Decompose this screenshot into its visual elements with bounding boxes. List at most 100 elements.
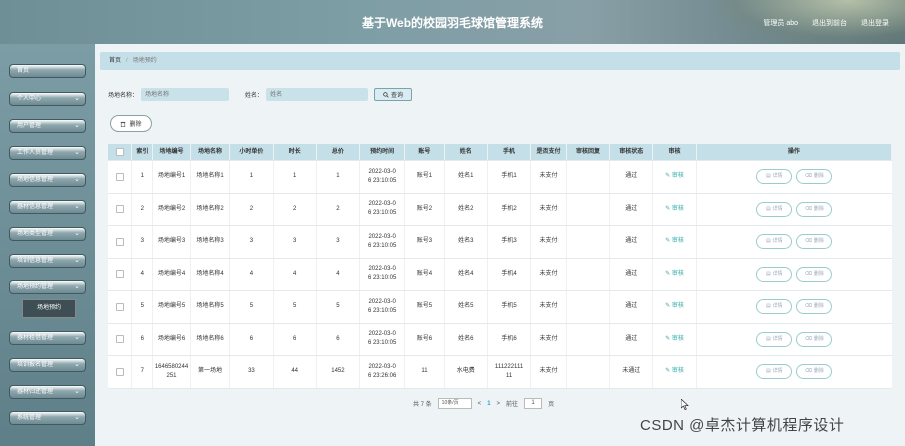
pager-next-button[interactable]: > [497,401,501,407]
trash-icon: ⌫ [804,335,812,342]
delete-button[interactable]: ⌫ 删除 [796,169,833,185]
row-checkbox[interactable] [115,335,124,344]
row-checkbox[interactable] [115,237,124,246]
sidebar-item-label: 用户管理 [17,123,42,129]
sidebar-item[interactable]: 场地信息管理 ⌄ [9,173,86,187]
row-checkbox[interactable] [115,205,124,214]
delete-button[interactable]: ⌫ 删除 [796,299,833,315]
audit-link[interactable]: ✎ 审核 [665,205,684,214]
sidebar-item[interactable]: 工作人员管理 ⌄ [9,146,86,160]
breadcrumb-current: 场地预约 [132,58,157,64]
detail-button[interactable]: ▤ 详情 [756,299,793,315]
column-header: 审核回复 [567,144,611,160]
table-cell [567,291,611,323]
actions-cell: ▤ 详情 ⌫ 删除 [697,356,892,388]
audit-link[interactable]: ✎ 审核 [665,270,684,279]
table-cell: 3 [274,226,317,258]
detail-button[interactable]: ▤ 详情 [756,364,793,380]
detail-button[interactable]: ▤ 详情 [756,201,793,217]
row-checkbox-cell[interactable] [108,356,133,388]
table-cell: 场地名称2 [191,193,231,225]
audit-link[interactable]: ✎ 审核 [665,172,684,181]
sidebar-item[interactable]: 用户管理 ⌄ [9,119,86,133]
sidebar-item[interactable]: 场地预约管理 ⌄ [9,280,86,294]
sidebar-subitem-active[interactable]: 场地预约 [22,299,76,318]
sidebar-item[interactable]: 器材信息管理 ⌄ [9,200,86,214]
row-checkbox[interactable] [115,302,124,311]
chevron-down-icon: ⌄ [74,230,80,237]
edit-icon: ✎ [665,368,672,375]
table-cell: 1452 [317,356,361,388]
row-checkbox[interactable] [115,367,124,376]
row-checkbox-cell[interactable] [108,323,133,355]
row-checkbox[interactable] [115,270,124,279]
breadcrumb-home[interactable]: 首页 [109,58,121,64]
checkbox[interactable] [115,148,124,156]
table-cell: 4 [132,258,154,290]
row-checkbox[interactable] [115,172,124,181]
select-all-checkbox[interactable] [108,144,133,160]
pager-goto-input[interactable]: 1 [524,398,543,409]
delete-button[interactable]: ⌫ 删除 [796,234,833,250]
table-cell: 水电费 [445,356,488,388]
audit-cell: ✎ 审核 [653,193,697,225]
delete-button-label: 删除 [813,303,824,310]
row-checkbox-cell[interactable] [108,258,133,290]
sidebar-item[interactable]: 器材归还管理 ⌄ [9,385,86,399]
delete-button[interactable]: ⌫ 删除 [796,331,833,347]
sidebar-item[interactable]: 培训信息管理 ⌄ [9,254,86,268]
sidebar-item[interactable]: 器材租借管理 ⌄ [9,331,86,345]
name-input[interactable] [266,88,369,101]
audit-link[interactable]: ✎ 审核 [665,335,684,344]
row-checkbox-cell[interactable] [108,291,133,323]
pager-current-page[interactable]: 1 [487,401,490,407]
detail-button[interactable]: ▤ 详情 [756,169,793,185]
chevron-down-icon: ⌄ [74,203,80,210]
detail-button[interactable]: ▤ 详情 [756,331,793,347]
breadcrumb: 首页 / 场地预约 [100,52,900,70]
audit-link[interactable]: ✎ 审核 [665,237,684,246]
row-checkbox-cell[interactable] [108,193,133,225]
sidebar-item[interactable]: 场地类型管理 ⌄ [9,227,86,241]
switch-frontend-link[interactable]: 退出到前台 [812,18,847,28]
sidebar-item[interactable]: 首页 [9,64,86,78]
delete-button-label: 删除 [813,205,824,212]
sidebar-item[interactable]: 培训报名管理 ⌄ [9,358,86,372]
table-cell: 2 [230,193,274,225]
detail-button[interactable]: ▤ 详情 [756,234,793,250]
bulk-delete-button[interactable]: 删除 [110,115,152,132]
venue-name-input[interactable] [141,88,230,101]
trash-icon: ⌫ [804,368,812,375]
delete-button[interactable]: ⌫ 删除 [796,266,833,282]
trash-icon: ⌫ [804,205,812,212]
delete-button[interactable]: ⌫ 删除 [796,364,833,380]
detail-button-label: 详情 [772,335,783,342]
column-header: 索引 [132,144,154,160]
table-cell: 场地名称4 [191,258,231,290]
row-checkbox-cell[interactable] [108,226,133,258]
delete-button[interactable]: ⌫ 删除 [796,201,833,217]
table-row: 7 1646580244 251 第一场地 33 44 1452 2022-03-0 6 2… [108,356,892,389]
table-row: 4 场地编号4 场地名称4 4 4 4 2022-03-0 6 23:10:05 账号4 姓名4… [108,258,892,291]
sidebar-item[interactable]: 个人中心 ⌄ [9,92,86,106]
reservation-table: 索引 场地编号 场地名称 小时单价 时长 总价 预约时间 账号 姓名 手机 是否支付 审核回复 审核状态… [108,144,892,389]
chevron-down-icon: ⌄ [74,283,80,290]
table-cell [567,161,611,193]
detail-button[interactable]: ▤ 详情 [756,266,793,282]
pager-prev-button[interactable]: < [478,401,482,407]
page-size-select[interactable]: 10条/页 [437,398,472,409]
edit-icon: ✎ [665,238,672,245]
table-cell: 11 [405,356,445,388]
search-button[interactable]: 查询 [374,88,413,101]
table-cell: 场地名称3 [191,226,231,258]
column-header: 审核 [653,144,697,160]
sidebar-item-label: 系统管理 [17,415,42,421]
top-header: 基于Web的校园羽毛球馆管理系统 管理员 abo 退出到前台 退出登录 [0,0,905,44]
audit-link[interactable]: ✎ 审核 [665,302,684,311]
table-cell: 2022-03-0 6 23:10:05 [360,193,406,225]
logout-link[interactable]: 退出登录 [861,18,889,28]
audit-link[interactable]: ✎ 审核 [665,367,684,376]
row-checkbox-cell[interactable] [108,161,133,193]
sidebar-item[interactable]: 系统管理 ⌄ [9,411,86,425]
sidebar-item-label: 培训信息管理 [17,258,54,264]
